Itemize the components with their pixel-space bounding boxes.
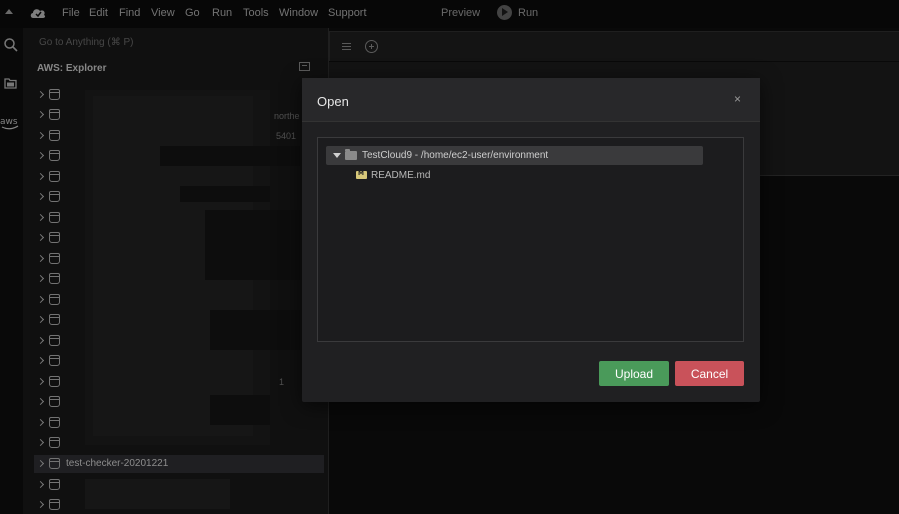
dialog-title: Open xyxy=(317,94,349,109)
upload-button[interactable]: Upload xyxy=(599,361,669,386)
readme-file-label: README.md xyxy=(371,170,431,181)
dialog-header: Open × xyxy=(302,78,760,122)
cancel-button[interactable]: Cancel xyxy=(675,361,744,386)
environment-folder-row[interactable]: TestCloud9 - /home/ec2-user/environment xyxy=(326,146,703,165)
environment-folder-label: TestCloud9 - /home/ec2-user/environment xyxy=(362,150,549,161)
close-icon[interactable]: × xyxy=(734,92,741,106)
file-tree-box: TestCloud9 - /home/ec2-user/environment … xyxy=(317,137,744,342)
open-dialog: Open × TestCloud9 - /home/ec2-user/envir… xyxy=(302,78,760,402)
chevron-down-icon[interactable] xyxy=(333,153,341,158)
markdown-file-icon xyxy=(356,170,367,179)
folder-icon xyxy=(345,149,357,160)
